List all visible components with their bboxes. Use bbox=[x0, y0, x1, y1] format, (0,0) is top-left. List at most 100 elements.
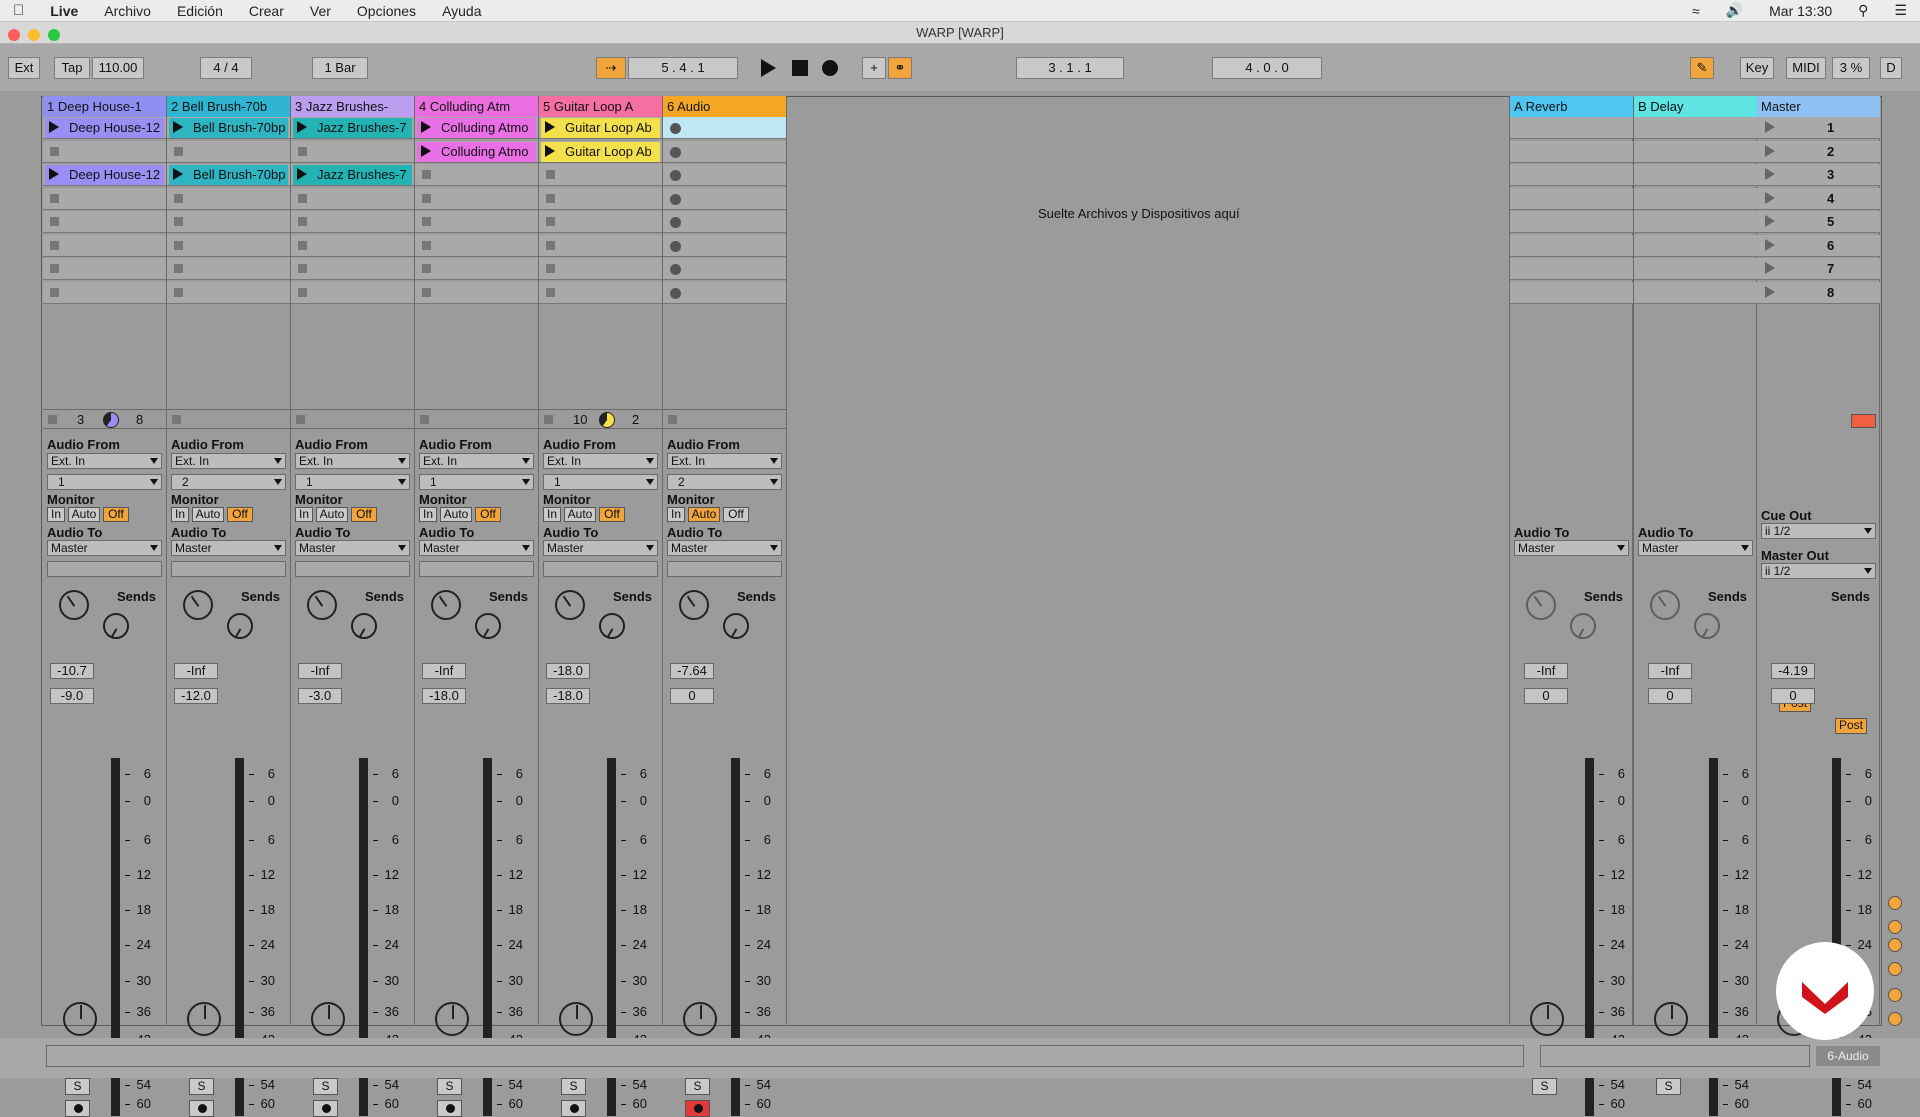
audio-to-select[interactable]: Master bbox=[1514, 540, 1629, 556]
clip-play-icon[interactable] bbox=[173, 121, 183, 133]
scene-launch-icon[interactable] bbox=[1765, 191, 1775, 204]
pan-knob[interactable] bbox=[187, 1002, 221, 1036]
follow-button[interactable]: ⇢ bbox=[596, 57, 626, 79]
zoom-window-button[interactable] bbox=[48, 29, 60, 41]
clip-stop-icon[interactable] bbox=[50, 240, 59, 250]
solo-button[interactable]: S bbox=[1656, 1078, 1681, 1095]
clip-slot[interactable] bbox=[539, 258, 662, 280]
clip-slot[interactable] bbox=[539, 187, 662, 210]
send-b-knob[interactable] bbox=[103, 613, 129, 639]
clip[interactable]: Deep House-12 bbox=[45, 165, 164, 185]
clip-play-icon[interactable] bbox=[421, 144, 431, 157]
arm-button[interactable] bbox=[313, 1100, 338, 1117]
clip-play-icon[interactable] bbox=[545, 121, 555, 133]
clip-slot[interactable]: Guitar Loop Ab bbox=[539, 117, 662, 139]
clip[interactable]: Guitar Loop Ab bbox=[541, 141, 660, 162]
scene-slot[interactable]: 6 bbox=[1757, 234, 1880, 257]
midi-map-button[interactable]: MIDI bbox=[1786, 57, 1826, 79]
clip-stop-icon[interactable] bbox=[422, 217, 431, 226]
monitor-in-button[interactable]: In bbox=[667, 507, 685, 522]
clip-slot[interactable]: Bell Brush-70bp bbox=[167, 117, 290, 139]
send-b-knob[interactable] bbox=[723, 613, 749, 639]
clip-slot[interactable] bbox=[415, 187, 538, 210]
monitor-off-button[interactable]: Off bbox=[475, 507, 501, 522]
stop-button[interactable] bbox=[790, 57, 810, 79]
menu-ver[interactable]: Ver bbox=[297, 3, 344, 19]
clip-slot[interactable] bbox=[43, 258, 166, 280]
empty-slot-area[interactable] bbox=[167, 309, 290, 407]
scene-launch-icon[interactable] bbox=[1765, 144, 1775, 157]
clip-play-icon[interactable] bbox=[173, 168, 183, 180]
return-track-header[interactable]: A Reverb bbox=[1510, 96, 1633, 117]
track-stop-button[interactable] bbox=[420, 415, 429, 424]
solo-button[interactable]: S bbox=[189, 1078, 214, 1095]
clip-stop-icon[interactable] bbox=[546, 217, 555, 226]
audio-to-select[interactable]: Master bbox=[295, 540, 410, 556]
send-b-knob[interactable] bbox=[599, 613, 625, 639]
clip-stop-icon[interactable] bbox=[298, 287, 307, 297]
clip-slot[interactable] bbox=[415, 258, 538, 280]
scene-slot[interactable]: 1 bbox=[1757, 117, 1880, 139]
clip-stop-icon[interactable] bbox=[422, 287, 431, 297]
clip-slot[interactable] bbox=[663, 187, 786, 210]
scene-launch-icon[interactable] bbox=[1765, 215, 1775, 227]
clip-stop-icon[interactable] bbox=[50, 193, 59, 203]
quantize-menu[interactable]: 1 Bar bbox=[312, 57, 368, 79]
tap-tempo-button[interactable]: Tap bbox=[54, 57, 90, 79]
clip-stop-icon[interactable] bbox=[422, 170, 431, 179]
track-stop-button[interactable] bbox=[668, 415, 677, 424]
track-header[interactable]: 1 Deep House-1 bbox=[43, 96, 166, 117]
menu-crear[interactable]: Crear bbox=[236, 3, 297, 19]
clip-slot[interactable]: Colluding Atmo bbox=[415, 140, 538, 163]
input-channel-select[interactable]: 2 bbox=[171, 474, 286, 490]
monitor-auto-button[interactable]: Auto bbox=[68, 507, 100, 522]
arm-button[interactable] bbox=[685, 1100, 710, 1117]
solo-button[interactable]: S bbox=[685, 1078, 710, 1095]
input-channel-select[interactable]: 1 bbox=[295, 474, 410, 490]
clip-slot[interactable] bbox=[539, 234, 662, 257]
clip-stop-icon[interactable] bbox=[174, 146, 183, 156]
monitor-off-button[interactable]: Off bbox=[227, 507, 253, 522]
clip-stop-icon[interactable] bbox=[422, 193, 431, 203]
clip-play-icon[interactable] bbox=[49, 168, 59, 180]
scene-slot[interactable]: 4 bbox=[1757, 187, 1880, 210]
track-stop-button[interactable] bbox=[544, 415, 553, 424]
clip-record-icon[interactable] bbox=[670, 264, 681, 275]
solo-button[interactable]: S bbox=[437, 1078, 462, 1095]
volume-field[interactable]: -3.0 bbox=[298, 688, 342, 704]
clip-play-icon[interactable] bbox=[297, 168, 307, 180]
empty-slot-area[interactable] bbox=[539, 309, 662, 407]
send-a-knob[interactable] bbox=[1526, 590, 1556, 620]
pan-knob[interactable] bbox=[683, 1002, 717, 1036]
send-a-knob[interactable] bbox=[555, 590, 585, 620]
clip-stop-icon[interactable] bbox=[422, 264, 431, 273]
audio-from-select[interactable]: Ext. In bbox=[543, 453, 658, 469]
monitor-auto-button[interactable]: Auto bbox=[316, 507, 348, 522]
tempo-field[interactable]: 110.00 bbox=[92, 57, 144, 79]
monitor-in-button[interactable]: In bbox=[419, 507, 437, 522]
clip-slot[interactable] bbox=[291, 140, 414, 163]
audio-from-select[interactable]: Ext. In bbox=[47, 453, 162, 469]
track-header[interactable]: 3 Jazz Brushes- bbox=[291, 96, 414, 117]
minimize-window-button[interactable] bbox=[28, 29, 40, 41]
clip-stop-icon[interactable] bbox=[546, 264, 555, 273]
empty-slot-area[interactable] bbox=[663, 309, 786, 407]
input-channel-select[interactable]: 1 bbox=[47, 474, 162, 490]
input-channel-select[interactable]: 1 bbox=[543, 474, 658, 490]
clip-slot[interactable]: Jazz Brushes-7 bbox=[291, 164, 414, 186]
send-b-knob[interactable] bbox=[1570, 613, 1596, 639]
audio-from-select[interactable]: Ext. In bbox=[419, 453, 534, 469]
clip-stop-icon[interactable] bbox=[546, 170, 555, 179]
scene-launch-icon[interactable] bbox=[1765, 285, 1775, 298]
audio-to-select[interactable]: Master bbox=[667, 540, 782, 556]
monitor-auto-button[interactable]: Auto bbox=[192, 507, 224, 522]
clip-play-icon[interactable] bbox=[545, 144, 555, 157]
clip-record-icon[interactable] bbox=[670, 287, 681, 299]
pan-knob[interactable] bbox=[559, 1002, 593, 1036]
clip-slot[interactable] bbox=[167, 140, 290, 163]
stop-all-clips-button[interactable] bbox=[1851, 414, 1876, 428]
clip-slot[interactable]: Deep House-12 bbox=[43, 164, 166, 186]
clip-slot[interactable] bbox=[663, 258, 786, 280]
crossfader-toggle-icon[interactable] bbox=[1888, 988, 1902, 1002]
automation-arm-button[interactable]: ⚭ bbox=[888, 57, 912, 79]
